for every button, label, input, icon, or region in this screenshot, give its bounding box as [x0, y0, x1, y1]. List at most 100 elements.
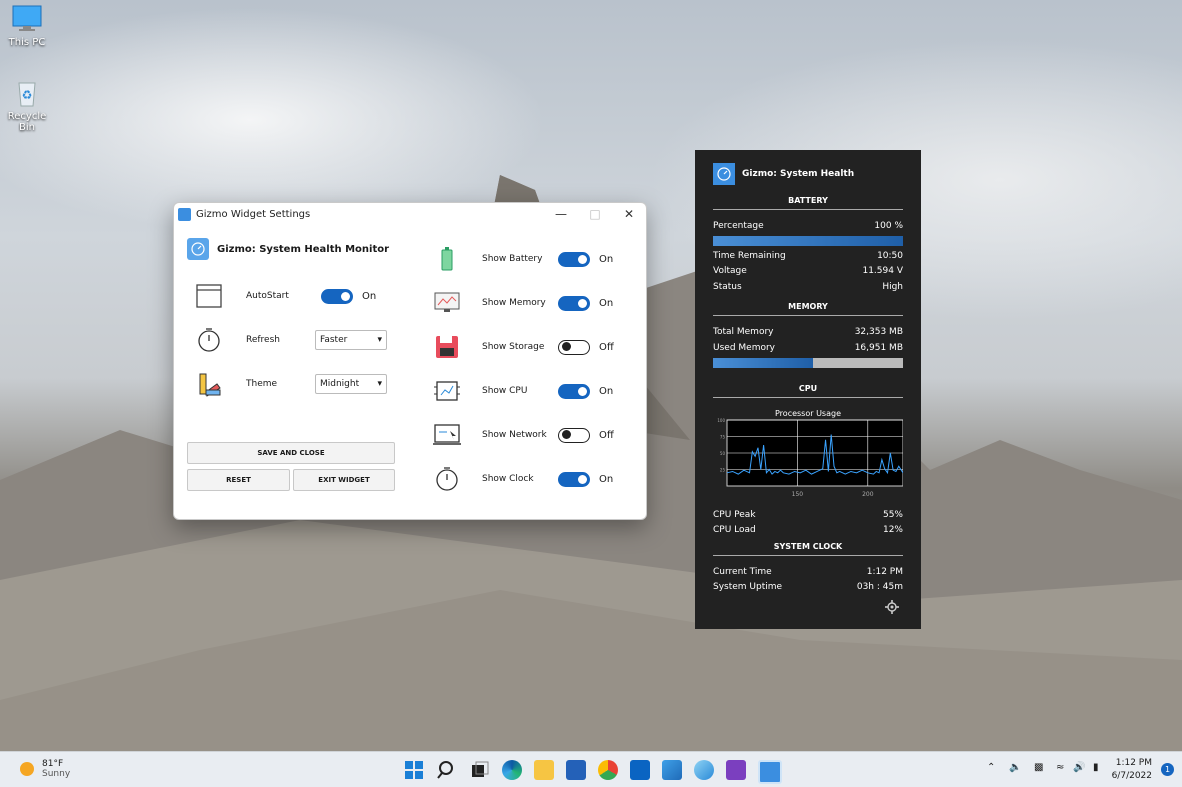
toggle-row-memory: Show Memory On [432, 288, 613, 318]
floppy-disk-icon [432, 332, 462, 362]
taskbar-date: 6/7/2022 [1111, 771, 1152, 781]
toggle-row-battery: Show Battery On [432, 244, 613, 274]
weather-condition: Sunny [42, 769, 71, 779]
wifi-icon[interactable]: ≈ [1056, 762, 1064, 773]
cpu-load-value: 12% [882, 525, 903, 535]
show-clock-toggle[interactable] [558, 471, 590, 487]
taskbar-clock[interactable]: 1:12 PM 6/7/2022 [1112, 757, 1152, 783]
window-title: Gizmo Widget Settings [196, 208, 311, 220]
status-label: Status [713, 282, 742, 292]
volume-icon[interactable]: 🔊 [1073, 762, 1085, 773]
palette-icon [194, 369, 224, 399]
stopwatch-icon [432, 464, 462, 494]
y-tick-label: 50 [720, 451, 726, 456]
show-memory-toggle[interactable] [558, 295, 590, 311]
gauge-icon [713, 163, 735, 185]
cpu-peak-row: CPU Peak 55% [713, 510, 903, 520]
current-time-row: Current Time 1:12 PM [713, 567, 903, 577]
show-clock-label: Show Clock [482, 474, 534, 484]
cpu-peak-value: 55% [882, 510, 903, 520]
browser-icon[interactable] [694, 760, 714, 780]
memory-section-title: MEMORY [713, 302, 903, 316]
percentage-label: Percentage [713, 221, 764, 231]
show-storage-label: Show Storage [482, 342, 545, 352]
memory-progress-fill [713, 358, 813, 368]
refresh-row: Refresh Faster ▾ [194, 325, 387, 355]
sun-icon [20, 762, 34, 776]
processor-usage-chart: Processor Usage 100 75 50 25 150 200 [713, 406, 904, 500]
search-icon[interactable] [437, 760, 457, 780]
processor-usage-svg: Processor Usage 100 75 50 25 150 200 [717, 409, 904, 498]
total-memory-label: Total Memory [713, 327, 774, 337]
refresh-select[interactable]: Faster ▾ [315, 330, 387, 350]
status-row: Status High [713, 282, 903, 292]
show-network-toggle[interactable] [558, 427, 590, 443]
battery-icon [432, 244, 462, 274]
notification-badge[interactable]: 1 [1161, 763, 1174, 776]
title-bar[interactable]: Gizmo Widget Settings — □ ✕ [174, 203, 646, 225]
show-clock-state: On [599, 473, 614, 485]
settings-header: Gizmo: System Health Monitor [187, 238, 389, 260]
current-time-label: Current Time [713, 567, 772, 577]
gauge-icon [187, 238, 209, 260]
gizmo-icon[interactable] [758, 760, 782, 784]
show-battery-toggle[interactable] [558, 251, 590, 267]
toggle-row-clock: Show Clock On [432, 464, 613, 494]
cpu-section-title: CPU [713, 384, 903, 398]
file-explorer-icon[interactable] [534, 760, 554, 780]
toggle-row-storage: Show Storage Off [432, 332, 614, 362]
percentage-value: 100 % [874, 221, 903, 231]
cpu-load-label: CPU Load [713, 525, 756, 535]
store-icon[interactable] [566, 760, 586, 780]
theme-select-value: Midnight [320, 379, 360, 389]
minimize-button[interactable]: — [544, 203, 578, 225]
y-tick-label: 25 [720, 468, 726, 473]
used-memory-label: Used Memory [713, 343, 775, 353]
x-tick-label: 150 [792, 491, 804, 498]
edge-icon[interactable] [502, 760, 522, 780]
speaker-icon[interactable]: 🔈 [1009, 762, 1021, 773]
task-view-icon[interactable] [470, 760, 490, 780]
chrome-icon[interactable] [598, 760, 618, 780]
battery-tray-icon[interactable]: ▮ [1093, 762, 1099, 773]
save-and-close-button[interactable]: SAVE AND CLOSE [187, 442, 395, 464]
autostart-toggle[interactable] [321, 288, 353, 304]
gizmo-app-icon [178, 207, 191, 221]
show-cpu-toggle[interactable] [558, 383, 590, 399]
system-health-widget[interactable]: Gizmo: System Health BATTERY Percentage 1… [695, 150, 921, 629]
show-memory-label: Show Memory [482, 298, 546, 308]
maximize-button[interactable]: □ [578, 203, 612, 225]
theme-label: Theme [246, 379, 278, 389]
usb-icon[interactable]: ▩ [1034, 762, 1043, 773]
desktop-icon-label: Recycle Bin [7, 111, 47, 133]
exit-widget-button[interactable]: EXIT WIDGET [293, 469, 395, 491]
svg-text:♻: ♻ [22, 88, 33, 102]
weather-widget[interactable]: 81°F Sunny [20, 759, 70, 779]
battery-progress-bar [713, 236, 903, 246]
visual-studio-icon[interactable] [726, 760, 746, 780]
theme-row: Theme Midnight ▾ [194, 369, 387, 399]
used-memory-value: 16,951 MB [854, 343, 903, 353]
network-icon [432, 420, 462, 450]
gear-icon[interactable] [885, 600, 899, 617]
show-storage-toggle[interactable] [558, 339, 590, 355]
weather-temp: 81°F [42, 759, 64, 769]
autostart-state: On [362, 290, 377, 302]
close-button[interactable]: ✕ [612, 203, 646, 225]
show-battery-label: Show Battery [482, 254, 543, 264]
reset-button[interactable]: RESET [187, 469, 290, 491]
desktop-icon-this-pc[interactable]: This PC [0, 4, 54, 48]
system-uptime-label: System Uptime [713, 582, 783, 592]
autostart-row: AutoStart On [194, 281, 376, 311]
theme-select[interactable]: Midnight ▾ [315, 374, 387, 394]
x-tick-label: 200 [862, 491, 874, 498]
photos-icon[interactable] [662, 760, 682, 780]
y-tick-label: 100 [717, 418, 725, 423]
chevron-up-icon[interactable]: ⌃ [987, 762, 995, 773]
recycle-bin-icon: ♻ [10, 78, 44, 108]
desktop-icon-label: This PC [8, 37, 46, 48]
desktop-icon-recycle-bin[interactable]: ♻ Recycle Bin [0, 78, 54, 133]
system-clock-section-title: SYSTEM CLOCK [713, 542, 903, 556]
outlook-icon[interactable] [630, 760, 650, 780]
windows-start-icon[interactable] [404, 760, 424, 780]
